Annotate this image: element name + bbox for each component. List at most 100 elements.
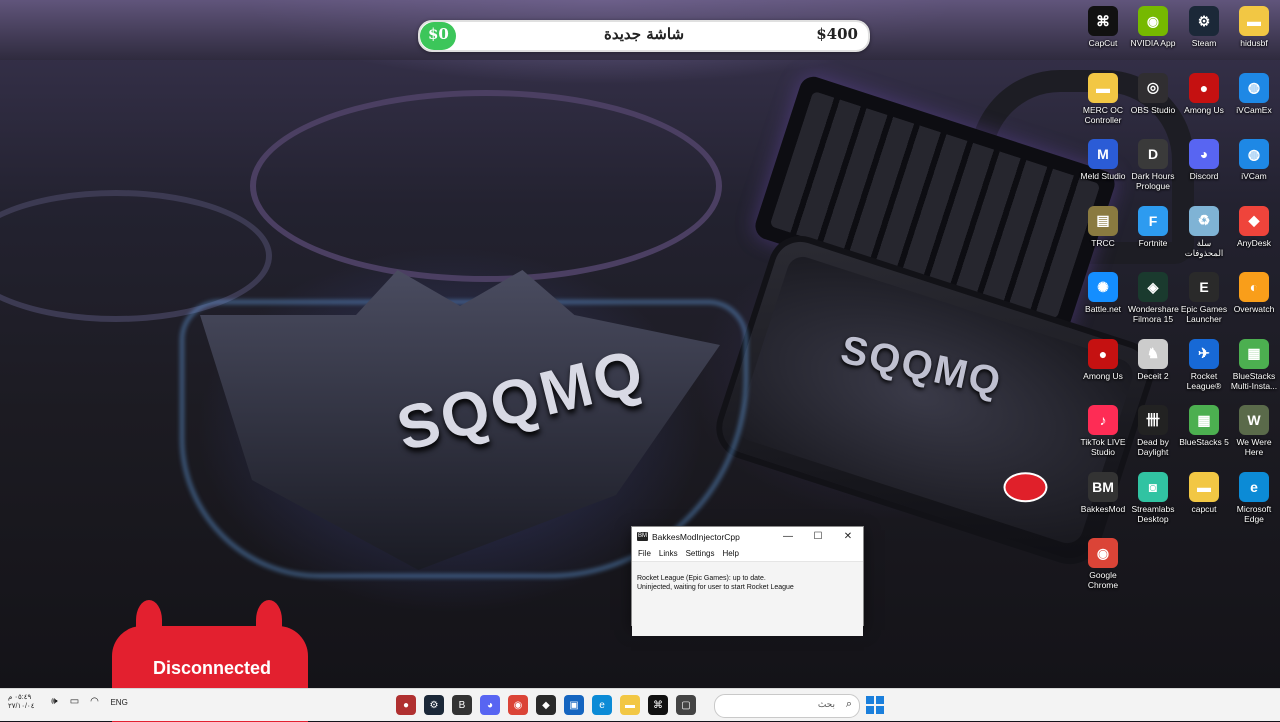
chrome-icon[interactable]: ◉ (508, 695, 528, 715)
desktop-shortcut[interactable]: ⌘ CapCut (1078, 2, 1128, 48)
desktop-shortcut-label: Streamlabs Desktop (1131, 503, 1175, 524)
wifi-icon[interactable]: ◠ (87, 695, 101, 709)
progress-goal-amount: $400 (816, 25, 858, 43)
desktop-shortcut[interactable]: ◉ Google Chrome (1078, 534, 1128, 590)
ivcam-icon: ◍ (1239, 72, 1269, 103)
desktop-shortcut[interactable]: W We Were Here (1229, 401, 1279, 457)
taskbar: ٠٥:٤٩ م ٢٧/١٠/٠٤ 🕪 ▭ ◠ ENG ● ⚙ B ◕ ◉ ◆ ▣ e ▬ ⌘ ▢ ب… (0, 688, 1280, 721)
bakkesmod-icon: BM (1088, 471, 1118, 502)
tiktok-icon: ♪ (1088, 405, 1118, 435)
deceit-icon: ♞ (1138, 338, 1168, 369)
bluestacks-icon: ▦ (1189, 405, 1219, 435)
language-indicator[interactable]: ENG (110, 698, 127, 707)
meld-icon: M (1088, 139, 1118, 169)
chrome-icon: ◉ (1088, 538, 1118, 568)
desktop-shortcut-label: Overwatch (1233, 304, 1275, 314)
desktop-shortcut[interactable]: F Fortnite (1128, 202, 1178, 248)
obs-icon: ◎ (1138, 72, 1168, 103)
clock-date: ٢٧/١٠/٠٤ (8, 703, 35, 710)
capcut-icon[interactable]: ⌘ (648, 695, 668, 715)
desktop-shortcut-label: Among Us (1184, 104, 1224, 115)
folder-icon: ▬ (1239, 6, 1269, 36)
menu-help[interactable]: Help (722, 549, 738, 558)
maximize-button[interactable]: ☐ (803, 527, 833, 546)
desktop-shortcut[interactable]: ◎ OBS Studio (1128, 69, 1178, 115)
desktop-shortcut[interactable]: 卌 Dead by Daylight (1128, 401, 1178, 457)
edge-icon[interactable]: e (592, 695, 612, 715)
desktop-shortcut[interactable]: ✈ Rocket League® (1179, 335, 1229, 391)
desktop-shortcut-label: MERC OC Controller (1082, 104, 1124, 125)
desktop-shortcut[interactable]: M Meld Studio (1078, 135, 1128, 181)
desktop-shortcut[interactable]: BM BakkesMod (1078, 468, 1128, 514)
desktop-shortcut[interactable]: ▤ TRCC (1078, 202, 1128, 248)
desktop-shortcut-label: TRCC (1091, 237, 1115, 248)
desktop-shortcut[interactable]: e Microsoft Edge (1229, 468, 1279, 524)
anydesk-icon: ◆ (1239, 205, 1269, 236)
desktop-shortcut-label: hidusbf (1240, 38, 1268, 48)
streamlabs-icon: ◙ (1138, 471, 1168, 502)
store-icon[interactable]: ▣ (564, 695, 584, 715)
window-title: BakkesModInjectorCpp (652, 531, 740, 542)
desktop-shortcut[interactable]: ◍ iVCam (1229, 135, 1279, 181)
volume-icon[interactable]: 🕪 (47, 695, 61, 709)
desktop-shortcut[interactable]: ◈ Wondershare Filmora 15 (1128, 268, 1179, 324)
file-explorer-icon[interactable]: ▬ (620, 695, 640, 715)
battery-icon[interactable]: ▭ (67, 695, 81, 709)
desktop-shortcut-label: Meld Studio (1080, 171, 1126, 181)
desktop-shortcut[interactable]: ● Among Us (1078, 335, 1128, 381)
desktop-shortcut-label: CapCut (1088, 38, 1118, 48)
desktop-shortcut-label: Battle.net (1085, 304, 1121, 314)
desktop-shortcut-label: iVCamEx (1236, 104, 1272, 115)
desktop-shortcut[interactable]: ▬ MERC OC Controller (1078, 69, 1128, 125)
dbd-icon: 卌 (1138, 405, 1168, 435)
desktop-shortcut[interactable]: ◆ AnyDesk (1229, 202, 1279, 248)
bakkesmod-injector-window[interactable]: BM BakkesModInjectorCpp — ☐ ✕ File Links… (631, 526, 864, 636)
desktop-shortcut-label: Deceit 2 (1137, 370, 1169, 381)
controller-status-label: Disconnected (152, 658, 272, 678)
nvidia-icon: ◉ (1138, 6, 1168, 36)
desktop-shortcut[interactable]: D Dark Hours Prologue (1128, 135, 1178, 191)
status-line: Uninjected, waiting for user to start Ro… (637, 584, 794, 591)
desktop-shortcut[interactable]: ▬ capcut (1179, 468, 1229, 514)
menu-settings[interactable]: Settings (686, 549, 715, 558)
desktop-shortcut[interactable]: ◍ iVCamEx (1229, 69, 1279, 115)
discord-icon[interactable]: ◕ (480, 695, 500, 715)
edge-icon: e (1239, 471, 1269, 502)
close-button[interactable]: ✕ (833, 527, 863, 546)
desktop-shortcut[interactable]: ✺ Battle.net (1078, 268, 1128, 314)
among-us-icon: ● (1088, 338, 1118, 369)
windows-start-icon[interactable] (866, 696, 884, 714)
desktop-shortcut-label: Dark Hours Prologue (1131, 171, 1175, 191)
desktop-shortcut[interactable]: ◐ Overwatch (1229, 268, 1279, 314)
menu-file[interactable]: File (638, 549, 651, 558)
capcut-icon: ⌘ (1088, 6, 1118, 36)
desktop-shortcut[interactable]: ▦ BlueStacks 5 (1179, 401, 1229, 447)
clock[interactable]: ٠٥:٤٩ م ٢٧/١٠/٠٤ (8, 693, 34, 711)
desktop-shortcut[interactable]: ▦ BlueStacks Multi-Insta... (1229, 335, 1279, 391)
desktop-shortcut[interactable]: ◕ Discord (1179, 135, 1229, 181)
progress-title: شاشة جديدة (603, 25, 685, 43)
desktop-shortcut[interactable]: ◙ Streamlabs Desktop (1128, 468, 1178, 524)
desktop-shortcut-label: Fortnite (1138, 237, 1168, 248)
desktop-shortcut[interactable]: ♞ Deceit 2 (1128, 335, 1178, 381)
minimize-button[interactable]: — (773, 527, 803, 546)
desktop-shortcut[interactable]: ♻ سلة المحذوفات (1179, 202, 1229, 258)
epic-games-icon[interactable]: ◆ (536, 695, 556, 715)
desktop-shortcut[interactable]: ◉ NVIDIA App (1128, 2, 1178, 48)
desktop-shortcut[interactable]: ♪ TikTok LIVE Studio (1078, 401, 1128, 457)
desktop-shortcut[interactable]: E Epic Games Launcher (1179, 268, 1229, 324)
desktop-shortcut-label: Wondershare Filmora 15 (1128, 304, 1179, 324)
desktop-shortcut[interactable]: ● Among Us (1179, 69, 1229, 115)
task-view-icon[interactable]: ▢ (676, 695, 696, 715)
taskbar-search-box[interactable]: بحث ⌕ (714, 694, 860, 718)
bakkesmod-icon[interactable]: B (452, 695, 472, 715)
window-titlebar[interactable]: BM BakkesModInjectorCpp — ☐ ✕ (632, 527, 863, 546)
red-app-icon[interactable]: ● (396, 695, 416, 715)
menu-links[interactable]: Links (659, 549, 678, 558)
desktop-shortcut[interactable]: ▬ hidusbf (1229, 2, 1279, 48)
steam-icon[interactable]: ⚙ (424, 695, 444, 715)
search-placeholder: بحث (817, 699, 835, 709)
desktop-shortcut-label: Epic Games Launcher (1180, 304, 1228, 324)
desktop-shortcut[interactable]: ⚙ Steam (1179, 2, 1229, 48)
fortnite-icon: F (1138, 205, 1168, 236)
